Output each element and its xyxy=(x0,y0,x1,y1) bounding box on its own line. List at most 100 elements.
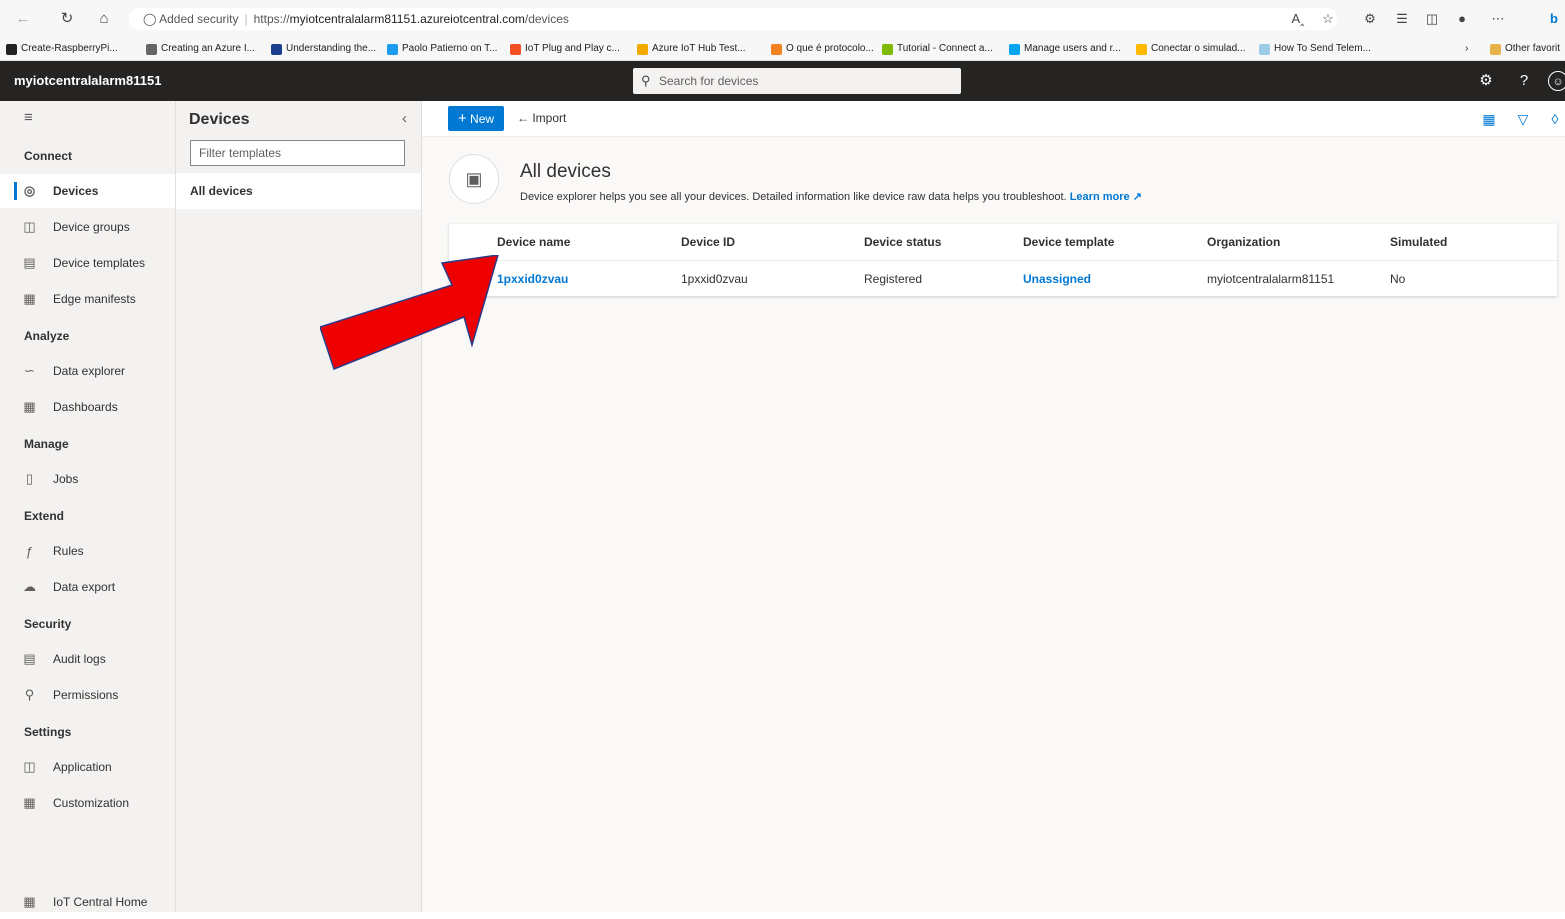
read-aloud-icon[interactable]: A‸ xyxy=(1288,10,1308,28)
arrow-shape xyxy=(320,255,499,370)
edit-columns-icon[interactable]: ▦ xyxy=(1480,110,1498,128)
nav-item-application[interactable]: ◫ Application xyxy=(0,750,175,784)
account-icon[interactable]: ☺ xyxy=(1548,71,1565,91)
nav-item-permissions[interactable]: ⚲ Permissions xyxy=(0,678,175,712)
collapse-chevron-icon[interactable]: ‹ xyxy=(402,110,407,127)
nav-section-security: Security xyxy=(24,617,72,631)
panel-title: Devices xyxy=(189,111,250,128)
nav-item-data-export[interactable]: ☁ Data export xyxy=(0,570,175,604)
nav-item-data-explorer[interactable]: ∽ Data explorer xyxy=(0,354,175,388)
bookmark-item[interactable]: Creating an Azure I... xyxy=(146,41,255,57)
extensions-icon[interactable]: ⚙ xyxy=(1360,10,1380,28)
nav-item-jobs[interactable]: ▯ Jobs xyxy=(0,462,175,496)
bookmark-item[interactable]: Azure IoT Hub Test... xyxy=(637,41,746,57)
nav-item-dashboards[interactable]: ▦ Dashboards xyxy=(0,390,175,424)
nav-item-label: Data explorer xyxy=(53,364,126,378)
bookmark-label: O que é protocolo... xyxy=(786,43,874,54)
audit-logs-icon: ▤ xyxy=(23,651,36,666)
security-label: Added security xyxy=(159,12,239,26)
bookmark-item[interactable]: Create-RaspberryPi... xyxy=(6,41,118,57)
nav-item-devices[interactable]: ◎ Devices xyxy=(0,174,175,208)
import-arrow-icon: ← xyxy=(517,111,529,125)
bookmark-item[interactable]: IoT Plug and Play c... xyxy=(510,41,620,57)
bookmark-label: Azure IoT Hub Test... xyxy=(652,43,746,54)
column-header-simulated[interactable]: Simulated xyxy=(1390,235,1447,249)
bookmark-item[interactable]: Manage users and r... xyxy=(1009,41,1121,57)
bing-icon[interactable]: b xyxy=(1544,10,1564,28)
address-bar[interactable]: ◯ Added security | https://myiotcentralala… xyxy=(129,8,1337,30)
bookmark-item[interactable]: Paolo Patierno on T... xyxy=(387,41,497,57)
bookmark-favicon-icon xyxy=(1136,43,1147,55)
url-host: myiotcentralalarm81151.azureiotcentral.c… xyxy=(289,12,525,26)
import-button-label: Import xyxy=(532,111,567,125)
bookmark-label: Tutorial - Connect a... xyxy=(897,43,993,54)
column-header-device-status[interactable]: Device status xyxy=(864,235,941,249)
nav-section-analyze: Analyze xyxy=(24,329,70,343)
nav-item-customization[interactable]: ▦ Customization xyxy=(0,786,175,820)
collections-icon[interactable]: ◫ xyxy=(1422,10,1442,28)
hamburger-icon[interactable]: ≡ xyxy=(24,109,33,126)
help-icon[interactable]: ? xyxy=(1514,71,1534,91)
table-row[interactable]: 1pxxid0zvau 1pxxid0zvau Registered Unass… xyxy=(449,260,1557,296)
edge-manifests-icon: ▦ xyxy=(23,291,36,306)
bookmark-item[interactable]: O que é protocolo... xyxy=(771,41,874,57)
new-button-label: New xyxy=(470,112,495,126)
description-text: Device explorer helps you see all your d… xyxy=(520,191,1067,203)
column-header-organization[interactable]: Organization xyxy=(1207,235,1280,249)
column-header-device-name[interactable]: Device name xyxy=(497,235,570,249)
bookmark-favicon-icon xyxy=(146,43,157,55)
bookmark-label: Paolo Patierno on T... xyxy=(402,43,498,54)
other-favorites-label: Other favorit xyxy=(1505,43,1561,54)
nav-item-iot-central-home[interactable]: ▦ IoT Central Home xyxy=(0,885,175,919)
settings-icon[interactable]: ⚙ xyxy=(1476,71,1496,91)
bookmark-favicon-icon xyxy=(1259,43,1270,55)
app-title: myiotcentralalarm81151 xyxy=(14,73,162,88)
learn-more-link[interactable]: Learn more ↗ xyxy=(1070,191,1142,203)
nav-item-edge-manifests[interactable]: ▦ Edge manifests xyxy=(0,282,175,316)
page-description: Device explorer helps you see all your d… xyxy=(520,190,1142,203)
bookmark-item[interactable]: Tutorial - Connect a... xyxy=(882,41,993,57)
nav-item-label: IoT Central Home xyxy=(53,895,148,909)
home-icon[interactable]: ⌂ xyxy=(95,10,113,28)
column-header-device-template[interactable]: Device template xyxy=(1023,235,1114,249)
more-icon[interactable]: ⋯ xyxy=(1488,10,1508,28)
notifications-icon[interactable]: ◊ xyxy=(1546,110,1564,128)
device-templates-icon: ▤ xyxy=(23,255,36,270)
filter-icon[interactable]: ▽ xyxy=(1514,110,1532,128)
main-content: ▣ All devices Device explorer helps you … xyxy=(422,137,1565,912)
filter-templates-input[interactable] xyxy=(190,140,405,166)
bookmark-favicon-icon xyxy=(271,43,282,55)
bookmark-label: Create-RaspberryPi... xyxy=(21,43,118,54)
profile-avatar-icon[interactable]: ● xyxy=(1452,10,1472,28)
devices-panel: Devices ‹ All devices xyxy=(176,101,422,912)
bookmark-favicon-icon xyxy=(510,43,521,55)
nav-item-label: Edge manifests xyxy=(53,292,136,306)
back-icon[interactable]: ← xyxy=(14,10,32,28)
rules-icon: ƒ xyxy=(25,543,34,559)
device-icon: ▣ xyxy=(449,154,499,204)
device-id-cell: 1pxxid0zvau xyxy=(681,272,748,286)
browser-toolbar: ← ↻ ⌂ ◯ Added security | https://myiotcent… xyxy=(0,0,1565,37)
new-button[interactable]: + New xyxy=(448,106,504,131)
nav-item-rules[interactable]: ƒ Rules xyxy=(0,534,175,568)
favorites-list-icon[interactable]: ☰ xyxy=(1392,10,1412,28)
search-input[interactable]: ⚲ Search for devices xyxy=(633,68,961,94)
device-template-link[interactable]: Unassigned xyxy=(1023,272,1091,286)
bookmark-item[interactable]: Understanding the... xyxy=(271,41,376,57)
bookmark-label: Creating an Azure I... xyxy=(161,43,255,54)
column-header-device-id[interactable]: Device ID xyxy=(681,235,735,249)
nav-item-device-templates[interactable]: ▤ Device templates xyxy=(0,246,175,280)
favorite-star-icon[interactable]: ☆ xyxy=(1318,10,1338,28)
refresh-icon[interactable]: ↻ xyxy=(58,10,76,28)
url-prefix: https:// xyxy=(253,12,290,26)
devices-table: Device name Device ID Device status Devi… xyxy=(449,224,1557,296)
template-item-all-devices[interactable]: All devices xyxy=(176,173,421,209)
import-button[interactable]: ← Import xyxy=(517,106,566,131)
nav-item-audit-logs[interactable]: ▤ Audit logs xyxy=(0,642,175,676)
bookmark-item[interactable]: Conectar o simulad... xyxy=(1136,41,1246,57)
bookmark-item[interactable]: How To Send Telem... xyxy=(1259,41,1371,57)
other-favorites-folder[interactable]: Other favorit xyxy=(1490,41,1560,57)
bookmarks-overflow-chevron-icon[interactable]: › xyxy=(1465,41,1468,57)
external-link-icon: ↗ xyxy=(1132,191,1142,203)
nav-item-device-groups[interactable]: ◫ Device groups xyxy=(0,210,175,244)
